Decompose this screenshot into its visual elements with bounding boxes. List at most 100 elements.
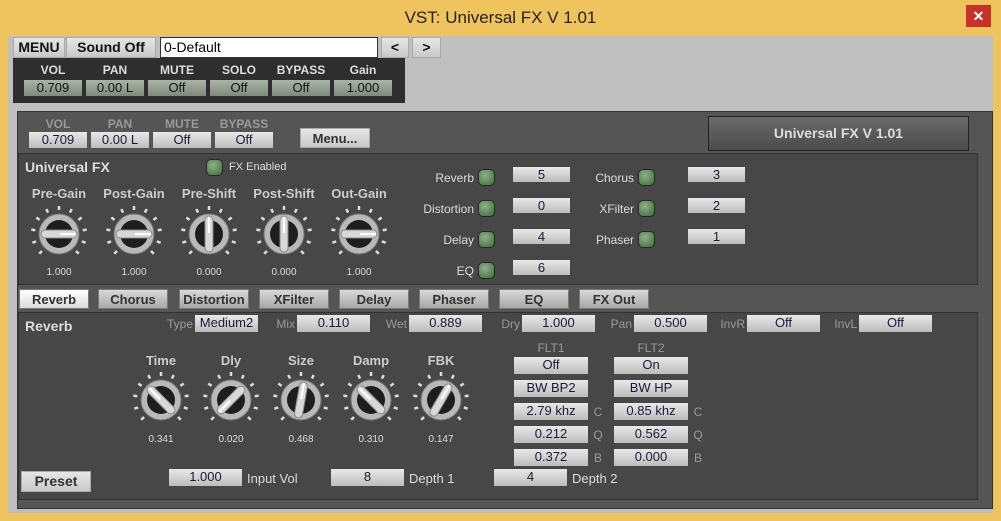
flt1-q[interactable]: 0.212 [514,426,588,443]
order-enable-led[interactable] [478,231,495,248]
next-preset-button[interactable]: > [412,37,441,58]
sound-off-button[interactable]: Sound Off [66,37,156,58]
reverb-knob[interactable] [271,370,331,430]
host-mix-value[interactable]: Off [272,80,330,96]
ufx-knob-value: 1.000 [346,267,372,278]
tab[interactable]: XFilter [259,289,329,309]
flt2-state[interactable]: On [614,357,688,374]
plugin-mix-label: MUTE [165,117,199,131]
reverb-knob[interactable] [411,370,471,430]
reverb-param-value[interactable]: 0.889 [409,315,482,332]
plugin-mix-value[interactable]: Off [215,132,273,148]
tab[interactable]: FX Out [579,289,649,309]
depth1-value[interactable]: 8 [331,469,404,486]
ufx-knob[interactable] [104,204,164,264]
order-label: Distortion [423,202,474,216]
reverb-param-value[interactable]: Medium2 [195,315,258,332]
preset-button[interactable]: Preset [21,471,91,492]
flt1-c[interactable]: 2.79 khz [514,403,588,420]
flt2-type[interactable]: BW HP [614,380,688,397]
reverb-param-value[interactable]: Off [747,315,820,332]
host-mix-value[interactable]: 0.709 [24,80,82,96]
plugin-name-button[interactable]: Universal FX V 1.01 [708,116,969,151]
reverb-param-value[interactable]: 0.500 [634,315,707,332]
order-enable-led[interactable] [638,231,655,248]
flt1-b[interactable]: 0.372 [514,449,588,466]
reverb-param-label: Pan [610,317,632,331]
prev-preset-button[interactable]: < [381,37,409,58]
order-label: Chorus [595,171,634,185]
reverb-param-value[interactable]: 1.000 [522,315,595,332]
flt2-q[interactable]: 0.562 [614,426,688,443]
tab[interactable]: EQ [499,289,569,309]
ufx-knob[interactable] [179,204,239,264]
reverb-knob[interactable] [131,370,191,430]
flt2-b[interactable]: 0.000 [614,449,688,466]
plugin-mix-label: PAN [107,117,133,131]
depth2-label: Depth 2 [572,471,618,486]
tab[interactable]: Phaser [419,289,489,309]
reverb-knob[interactable] [341,370,401,430]
ufx-knob[interactable] [254,204,314,264]
flt1-state[interactable]: Off [514,357,588,374]
flt1-type[interactable]: BW BP2 [514,380,588,397]
tab[interactable]: Chorus [98,289,168,309]
plugin-menu-button[interactable]: Menu... [300,128,370,148]
order-label: Delay [443,233,474,247]
host-mix-value[interactable]: Off [210,80,268,96]
reverb-knob-label: Size [287,353,314,368]
flt2-c[interactable]: 0.85 khz [614,403,688,420]
host-mix-value[interactable]: Off [148,80,206,96]
order-value[interactable]: 3 [688,167,745,182]
plugin-mix-value[interactable]: Off [153,132,211,148]
order-enable-led[interactable] [478,200,495,217]
tab[interactable]: Reverb [19,289,89,309]
order-label: Reverb [435,171,474,185]
order-enable-led[interactable] [638,200,655,217]
tab[interactable]: Distortion [179,289,249,309]
plugin-mix-value[interactable]: 0.709 [29,132,87,148]
reverb-knob[interactable] [201,370,261,430]
flt1-c-label: C [593,405,603,419]
input-vol-value[interactable]: 1.000 [169,469,242,486]
flt1-title: FLT1 [537,341,565,355]
reverb-param-value[interactable]: Off [859,315,932,332]
ufx-knob[interactable] [329,204,389,264]
order-value[interactable]: 6 [513,260,570,275]
host-mix-value[interactable]: 0.00 L [86,80,144,96]
reverb-param-label: Dry [501,317,520,331]
depth2-value[interactable]: 4 [494,469,567,486]
preset-name-input[interactable]: 0-Default [160,37,378,58]
ufx-knob-value: 0.000 [196,267,222,278]
host-mix-label: SOLO [221,63,256,77]
fx-enabled-label: FX Enabled [229,161,287,173]
fx-enabled-led[interactable] [206,159,223,176]
flt1-q-label: Q [593,428,603,442]
flt2-c-label: C [693,405,703,419]
tab[interactable]: Delay [339,289,409,309]
order-enable-led[interactable] [638,169,655,186]
reverb-param-label: InvR [720,317,745,331]
menu-button[interactable]: MENU [13,37,65,58]
reverb-knob-value: 0.147 [428,434,454,445]
order-enable-led[interactable] [478,262,495,279]
close-button[interactable]: ✕ [966,5,991,27]
plugin-mix-value[interactable]: 0.00 L [91,132,149,148]
order-label: EQ [456,264,474,278]
reverb-knob-label: FBK [427,353,455,368]
order-value[interactable]: 2 [688,198,745,213]
host-mix-label: BYPASS [276,63,326,77]
order-value[interactable]: 1 [688,229,745,244]
reverb-knob-value: 0.020 [218,434,244,445]
ufx-knob-label: Pre-Gain [31,186,87,201]
host-mix-value[interactable]: 1.000 [334,80,392,96]
flt2-title: FLT2 [637,341,665,355]
order-enable-led[interactable] [478,169,495,186]
reverb-knob-value: 0.310 [358,434,384,445]
ufx-knob[interactable] [29,204,89,264]
order-label: XFilter [599,202,634,216]
order-label: Phaser [595,233,634,247]
reverb-knob-value: 0.468 [288,434,314,445]
reverb-param-label: InvL [834,317,857,331]
reverb-param-value[interactable]: 0.110 [297,315,370,332]
